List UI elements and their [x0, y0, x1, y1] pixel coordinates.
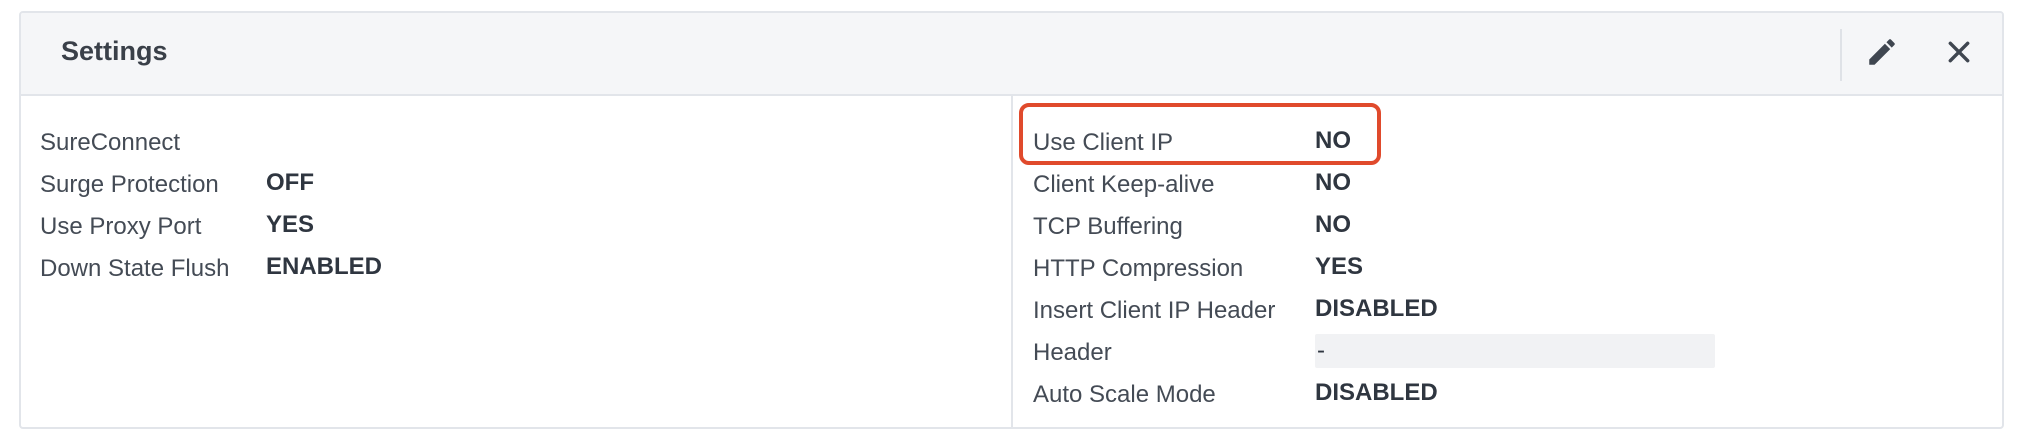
close-button[interactable] [1938, 33, 1980, 75]
setting-label: Use Proxy Port [40, 213, 202, 240]
setting-label: TCP Buffering [1033, 213, 1183, 240]
setting-value: ENABLED [266, 253, 383, 280]
pencil-icon [1865, 35, 1899, 74]
panel-title: Settings [61, 36, 168, 66]
setting-label: Insert Client IP Header [1033, 297, 1276, 324]
header-divider [1840, 29, 1842, 81]
setting-value: NO [1315, 169, 1351, 196]
setting-value: DISABLED [1315, 295, 1438, 322]
setting-label: Surge Protection [40, 171, 219, 198]
settings-panel: Settings SureConnect Surge Protection OF… [19, 11, 2004, 429]
setting-value: NO [1315, 211, 1351, 238]
setting-label: Client Keep-alive [1033, 171, 1215, 198]
setting-value: - [1317, 337, 1325, 364]
setting-value: OFF [266, 169, 314, 196]
setting-label: HTTP Compression [1033, 255, 1244, 282]
header-value-field: - [1315, 334, 1715, 368]
setting-label: SureConnect [40, 129, 181, 156]
column-divider [1011, 96, 1013, 427]
setting-value: YES [1315, 253, 1364, 280]
edit-button[interactable] [1861, 33, 1903, 75]
setting-value: YES [266, 211, 315, 238]
close-icon [1946, 39, 1972, 70]
setting-label: Auto Scale Mode [1033, 381, 1216, 408]
setting-label: Header [1033, 339, 1112, 366]
setting-value: NO [1315, 127, 1351, 154]
setting-label: Use Client IP [1033, 129, 1174, 156]
setting-value: DISABLED [1315, 379, 1438, 406]
panel-header: Settings [21, 13, 2002, 96]
setting-label: Down State Flush [40, 255, 230, 282]
